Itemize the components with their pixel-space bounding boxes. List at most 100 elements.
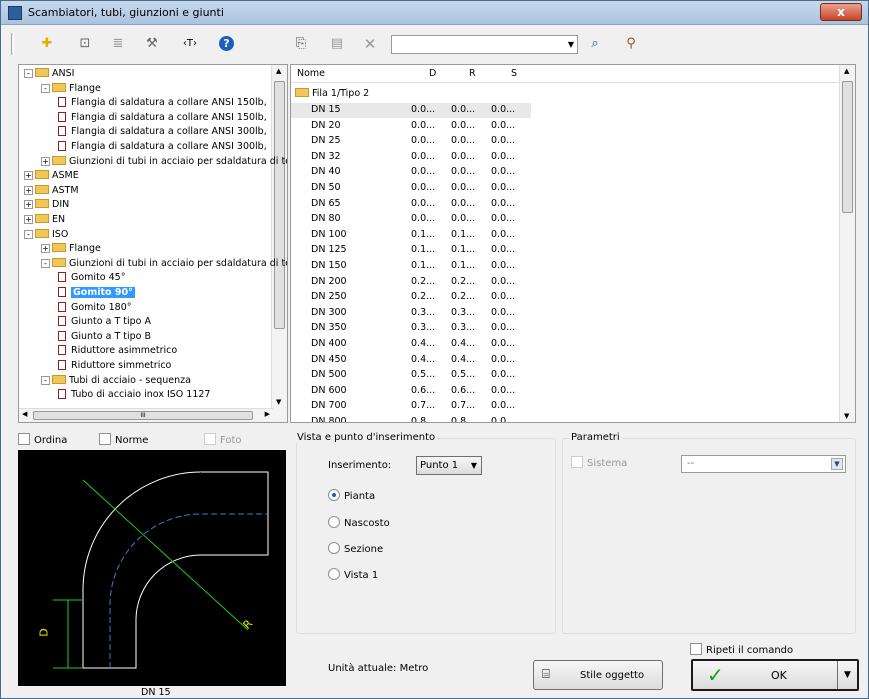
grid-vertical-scrollbar[interactable]: ▲ ▼ — [839, 65, 855, 422]
table-row[interactable]: DN 250 0.2... 0.2... 0.0... — [291, 290, 531, 305]
insert-point-dropdown[interactable]: Punto 1 ▼ — [416, 456, 482, 475]
add-icon[interactable]: ✚ — [38, 35, 56, 53]
tree-item[interactable]: Riduttore asimmetrico — [58, 345, 177, 357]
tree-item[interactable]: - Tubi di acciaio - sequenza — [41, 374, 191, 387]
ok-dropdown-arrow-icon[interactable]: ▼ — [837, 661, 857, 689]
tree-item[interactable]: Gomito 45° — [58, 272, 125, 284]
table-row[interactable]: DN 32 0.0... 0.0... 0.0... — [291, 150, 531, 165]
foto-checkbox[interactable]: Foto — [204, 433, 242, 446]
delete-icon[interactable]: ✕ — [361, 35, 379, 53]
scroll-left-icon[interactable]: ◀ — [22, 410, 27, 418]
import-icon[interactable]: ⊡ — [76, 35, 94, 53]
tree-item[interactable]: Flangia di saldatura a collare ANSI 150l… — [58, 111, 267, 124]
column-header-d[interactable]: D — [429, 68, 436, 79]
radio-pianta[interactable]: Pianta — [328, 489, 375, 502]
title-bar[interactable]: Scambiatori, tubi, giunzioni e giunti x — [1, 1, 868, 25]
table-row[interactable]: DN 50 0.0... 0.0... 0.0... — [291, 181, 531, 196]
tree-item[interactable]: Flangia di saldatura a collare ANSI 150l… — [58, 97, 267, 109]
tree-horizontal-scrollbar[interactable]: ◀ III ▶ — [19, 408, 273, 422]
checkbox-box[interactable] — [571, 456, 583, 468]
scroll-right-icon[interactable]: ▶ — [265, 410, 270, 418]
checkbox-box[interactable] — [99, 433, 111, 445]
checkbox-box[interactable] — [690, 643, 702, 655]
column-header-nome[interactable]: Nome — [297, 68, 325, 79]
radio-dot[interactable] — [328, 542, 340, 554]
tree-item[interactable]: - Giunzioni di tubi in acciaio per sdalda… — [41, 257, 287, 270]
tree-item[interactable]: + EN — [24, 214, 65, 226]
table-row[interactable]: DN 80 0.0... 0.0... 0.0... — [291, 212, 531, 227]
tree-item[interactable]: + DIN — [24, 199, 69, 211]
list-icon[interactable]: ≣ — [109, 35, 127, 53]
table-row[interactable]: DN 400 0.4... 0.4... 0.0... — [291, 337, 531, 352]
search-combo[interactable]: ▼ — [391, 35, 578, 54]
table-row[interactable]: DN 25 0.0... 0.0... 0.0... — [291, 134, 531, 149]
column-header-s[interactable]: S — [511, 68, 517, 79]
radio-sezione[interactable]: Sezione — [328, 542, 383, 555]
sizes-grid[interactable]: Nome D R S Fila 1/Tipo 2 ▲ ▼ DN 15 0.0...… — [290, 64, 856, 423]
radio-nascosto[interactable]: Nascosto — [328, 516, 390, 529]
table-row[interactable]: DN 15 0.0... 0.0... 0.0... — [291, 103, 531, 118]
checkbox-box[interactable] — [18, 433, 30, 445]
expand-icon[interactable]: + — [24, 185, 33, 195]
text-tag-icon[interactable]: ‹T› — [181, 35, 199, 53]
catalog-tree[interactable]: ▲ ▼ ◀ III ▶ - ANSI - Flange Flangia di salda… — [18, 64, 288, 423]
table-row[interactable]: DN 150 0.1... 0.1... 0.0... — [291, 259, 531, 274]
tree-item[interactable]: Flangia di saldatura a collare ANSI 300l… — [58, 141, 267, 153]
scrollbar-thumb[interactable]: III — [33, 411, 253, 420]
table-row[interactable]: DN 600 0.6... 0.6... 0.0... — [291, 384, 531, 399]
tree-item[interactable]: Flangia di saldatura a collare ANSI 300l… — [58, 126, 267, 138]
copy-icon[interactable]: ⎘ — [292, 35, 310, 53]
search-icon[interactable]: ⌕ — [586, 35, 604, 53]
tree-item[interactable]: + ASME — [24, 170, 79, 182]
stile-oggetto-button[interactable]: ⌸ Stile oggetto — [533, 660, 663, 690]
table-row[interactable]: DN 40 0.0... 0.0... 0.0... — [291, 165, 531, 180]
collapse-icon[interactable]: - — [24, 229, 33, 239]
expand-icon[interactable]: + — [41, 244, 50, 254]
table-row[interactable]: DN 300 0.3... 0.3... 0.0... — [291, 306, 531, 321]
table-row[interactable]: DN 700 0.7... 0.7... 0.0... — [291, 399, 531, 414]
column-header-r[interactable]: R — [469, 68, 476, 79]
tree-item[interactable]: - ANSI — [24, 68, 74, 80]
table-row[interactable]: DN 125 0.1... 0.1... 0.0... — [291, 243, 531, 258]
tree-item[interactable]: + Giunzioni di tubi in acciaio per sdalda… — [41, 155, 287, 168]
scroll-up-icon[interactable]: ▲ — [844, 67, 849, 75]
collapse-icon[interactable]: - — [41, 375, 50, 385]
checkbox-box[interactable] — [204, 433, 216, 445]
norme-checkbox[interactable]: Norme — [99, 433, 148, 446]
radio-dot[interactable] — [328, 568, 340, 580]
tree-item[interactable]: Gomito 180° — [58, 301, 132, 314]
tools-icon[interactable]: ⚒ — [143, 35, 161, 53]
collapse-icon[interactable]: - — [41, 258, 50, 268]
expand-icon[interactable]: + — [41, 156, 50, 166]
properties-icon[interactable]: ▤ — [328, 35, 346, 53]
scrollbar-thumb[interactable] — [842, 81, 853, 213]
tree-item[interactable]: Tubo di acciaio inox ISO 1127 — [58, 389, 210, 401]
grid-group-row[interactable]: Fila 1/Tipo 2 — [295, 88, 369, 99]
sistema-checkbox[interactable]: Sistema — [571, 456, 627, 469]
radio-dot[interactable] — [328, 516, 340, 528]
tree-item[interactable]: Giunto a T tipo A — [58, 316, 151, 328]
scroll-up-icon[interactable]: ▲ — [276, 67, 281, 75]
tree-item[interactable]: Giunto a T tipo B — [58, 330, 151, 343]
ok-button[interactable]: ✓ OK ▼ — [691, 659, 859, 691]
help-icon[interactable]: ? — [219, 36, 234, 51]
tree-item[interactable]: - ISO — [24, 228, 68, 241]
tree-vertical-scrollbar[interactable]: ▲ ▼ — [271, 65, 287, 422]
repeat-checkbox[interactable]: Ripeti il comando — [690, 643, 793, 656]
close-button[interactable]: x — [820, 3, 862, 21]
table-row[interactable]: DN 450 0.4... 0.4... 0.0... — [291, 353, 531, 368]
collapse-icon[interactable]: - — [24, 69, 33, 78]
tree-item[interactable]: + ASTM — [24, 184, 79, 197]
table-row[interactable]: DN 200 0.2... 0.2... 0.0... — [291, 275, 531, 290]
table-row[interactable]: DN 20 0.0... 0.0... 0.0... — [291, 119, 531, 134]
table-row[interactable]: DN 500 0.5... 0.5... 0.0... — [291, 368, 531, 383]
scroll-down-icon[interactable]: ▼ — [844, 412, 849, 420]
toolbar-grip[interactable] — [11, 33, 14, 55]
expand-icon[interactable]: + — [24, 215, 33, 224]
radio-dot[interactable] — [328, 489, 340, 501]
radio-vista-1[interactable]: Vista 1 — [328, 568, 378, 581]
table-row[interactable]: DN 800 0.8... 0.8... 0.0... — [291, 415, 531, 422]
tree-item[interactable]: + Flange — [41, 243, 101, 255]
sistema-dropdown[interactable]: -- ▼ — [681, 455, 846, 473]
tree-item[interactable]: Riduttore simmetrico — [58, 360, 171, 372]
